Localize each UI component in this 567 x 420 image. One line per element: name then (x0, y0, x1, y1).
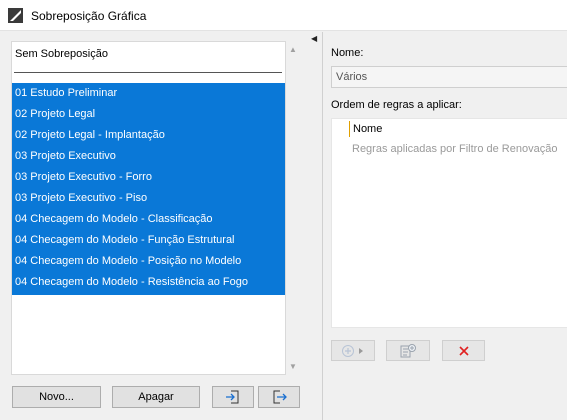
add-rule-button[interactable] (331, 340, 375, 361)
list-separator (14, 72, 282, 73)
rules-row: Regras aplicadas por Filtro de Renovação (352, 143, 558, 155)
import-icon (226, 390, 239, 404)
list-item[interactable]: 04 Checagem do Modelo - Posição no Model… (15, 251, 241, 272)
export-icon (273, 390, 287, 404)
list-scrollbar[interactable]: ▲ ▼ (286, 41, 300, 375)
rules-list[interactable]: Nome Regras aplicadas por Filtro de Reno… (331, 118, 567, 328)
list-item[interactable]: 02 Projeto Legal - Implantação (15, 125, 165, 146)
scroll-up-icon[interactable]: ▲ (288, 45, 298, 55)
override-details-panel: Nome: Vários Ordem de regras a aplicar: … (324, 32, 567, 420)
name-label: Nome: (331, 47, 364, 59)
list-item-none[interactable]: Sem Sobreposição (15, 46, 108, 62)
rule-settings-icon (400, 343, 416, 357)
list-item[interactable]: 04 Checagem do Modelo - Classificação (15, 209, 213, 230)
override-list-panel: Sem Sobreposição 01 Estudo Preliminar 02… (0, 32, 306, 420)
selection-highlight: 01 Estudo Preliminar 02 Projeto Legal 02… (12, 83, 285, 295)
rules-label: Ordem de regras a aplicar: (331, 99, 462, 111)
collapse-arrow-icon[interactable]: ◀ (311, 34, 317, 43)
remove-rule-button[interactable] (442, 340, 485, 361)
delete-button[interactable]: Apagar (112, 386, 200, 408)
window-title: Sobreposição Gráfica (31, 9, 147, 23)
delete-x-icon (458, 345, 469, 356)
scroll-down-icon[interactable]: ▼ (288, 362, 298, 372)
name-field[interactable]: Vários (331, 66, 567, 88)
add-circle-icon (342, 344, 363, 357)
title-bar: Sobreposição Gráfica (0, 0, 567, 31)
list-item[interactable]: 03 Projeto Executivo (15, 146, 116, 167)
panel-divider[interactable]: ◀ (307, 32, 323, 420)
list-item[interactable]: 04 Checagem do Modelo - Resistência ao F… (15, 272, 248, 293)
override-list[interactable]: Sem Sobreposição 01 Estudo Preliminar 02… (11, 41, 286, 375)
list-item[interactable]: 03 Projeto Executivo - Forro (15, 167, 152, 188)
rules-column-header: Nome (349, 121, 382, 137)
app-icon (8, 8, 23, 23)
list-item[interactable]: 02 Projeto Legal (15, 104, 95, 125)
list-item[interactable]: 04 Checagem do Modelo - Função Estrutura… (15, 230, 235, 251)
export-button[interactable] (258, 386, 300, 408)
list-item[interactable]: 01 Estudo Preliminar (15, 83, 117, 104)
list-item[interactable]: 03 Projeto Executivo - Piso (15, 188, 147, 209)
rule-settings-button[interactable] (386, 340, 430, 361)
import-button[interactable] (212, 386, 254, 408)
new-button[interactable]: Novo... (12, 386, 101, 408)
